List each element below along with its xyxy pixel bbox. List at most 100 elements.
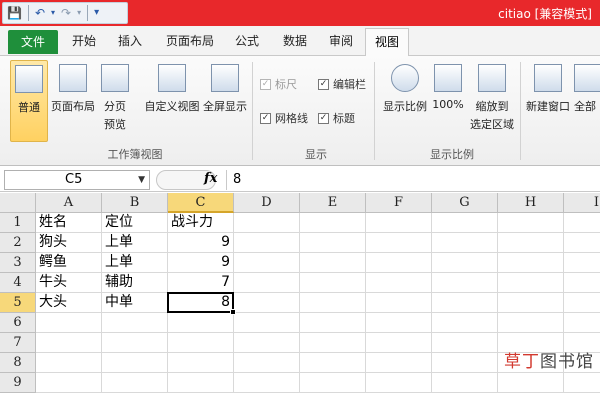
cell-c9[interactable]: [168, 373, 234, 393]
cell-e9[interactable]: [300, 373, 366, 393]
zoom-to-selection-button[interactable]: 缩放到 选定区域: [466, 64, 518, 132]
cell-d3[interactable]: [234, 253, 300, 273]
redo-dropdown-icon[interactable]: ▾: [77, 3, 81, 23]
cell-c1[interactable]: 战斗力: [168, 213, 234, 233]
row-header-8[interactable]: 8: [0, 353, 36, 373]
cell-i6[interactable]: [564, 313, 600, 333]
page-break-preview-button[interactable]: 分页 预览: [98, 64, 132, 132]
normal-view-button[interactable]: 普通: [10, 60, 48, 142]
column-header-e[interactable]: E: [300, 193, 366, 213]
cell-c4[interactable]: 7: [168, 273, 234, 293]
cell-b2[interactable]: 上单: [102, 233, 168, 253]
column-header-d[interactable]: D: [234, 193, 300, 213]
select-all-corner[interactable]: [0, 193, 36, 213]
cell-a1[interactable]: 姓名: [36, 213, 102, 233]
cell-h2[interactable]: [498, 233, 564, 253]
cell-d1[interactable]: [234, 213, 300, 233]
cell-c8[interactable]: [168, 353, 234, 373]
cell-h6[interactable]: [498, 313, 564, 333]
cell-d8[interactable]: [234, 353, 300, 373]
cell-d5[interactable]: [234, 293, 300, 313]
cell-b4[interactable]: 辅助: [102, 273, 168, 293]
cell-e6[interactable]: [300, 313, 366, 333]
cell-a3[interactable]: 鳄鱼: [36, 253, 102, 273]
cell-h5[interactable]: [498, 293, 564, 313]
cell-f8[interactable]: [366, 353, 432, 373]
ruler-checkbox[interactable]: ✓ 标尺: [260, 76, 297, 92]
cell-b5[interactable]: 中单: [102, 293, 168, 313]
cell-f4[interactable]: [366, 273, 432, 293]
cell-h3[interactable]: [498, 253, 564, 273]
cell-e4[interactable]: [300, 273, 366, 293]
redo-icon[interactable]: ↷: [61, 3, 71, 23]
cell-a8[interactable]: [36, 353, 102, 373]
cell-c2[interactable]: 9: [168, 233, 234, 253]
column-header-f[interactable]: F: [366, 193, 432, 213]
tab-file[interactable]: 文件: [8, 30, 58, 54]
undo-icon[interactable]: ↶: [35, 3, 45, 23]
cell-e3[interactable]: [300, 253, 366, 273]
cell-d2[interactable]: [234, 233, 300, 253]
formula-input[interactable]: 8: [226, 170, 598, 190]
tab-home[interactable]: 开始: [72, 32, 96, 49]
row-header-6[interactable]: 6: [0, 313, 36, 333]
cell-a6[interactable]: [36, 313, 102, 333]
zoom-button[interactable]: 显示比例: [380, 64, 430, 114]
cell-i5[interactable]: [564, 293, 600, 313]
column-header-b[interactable]: B: [102, 193, 168, 213]
customize-icon[interactable]: ▾: [94, 3, 99, 23]
fullscreen-button[interactable]: 全屏显示: [202, 64, 248, 114]
tab-review[interactable]: 审阅: [329, 32, 353, 49]
cell-h4[interactable]: [498, 273, 564, 293]
cell-g6[interactable]: [432, 313, 498, 333]
cell-g7[interactable]: [432, 333, 498, 353]
cell-a4[interactable]: 牛头: [36, 273, 102, 293]
column-header-h[interactable]: H: [498, 193, 564, 213]
cell-i4[interactable]: [564, 273, 600, 293]
row-header-2[interactable]: 2: [0, 233, 36, 253]
cell-g8[interactable]: [432, 353, 498, 373]
cell-b9[interactable]: [102, 373, 168, 393]
cell-b7[interactable]: [102, 333, 168, 353]
cell-f5[interactable]: [366, 293, 432, 313]
row-header-5[interactable]: 5: [0, 293, 36, 313]
cell-a5[interactable]: 大头: [36, 293, 102, 313]
headings-checkbox[interactable]: ✓ 标题: [318, 110, 355, 126]
cell-i1[interactable]: [564, 213, 600, 233]
row-header-7[interactable]: 7: [0, 333, 36, 353]
zoom-100-button[interactable]: 100%: [430, 64, 466, 111]
column-header-i[interactable]: I: [564, 193, 600, 213]
cell-d6[interactable]: [234, 313, 300, 333]
formula-bar-checkbox[interactable]: ✓ 编辑栏: [318, 76, 366, 92]
cell-b8[interactable]: [102, 353, 168, 373]
gridlines-checkbox[interactable]: ✓ 网格线: [260, 110, 308, 126]
custom-views-button[interactable]: 自定义视图: [144, 64, 200, 114]
cell-g1[interactable]: [432, 213, 498, 233]
cell-i9[interactable]: [564, 373, 600, 393]
save-icon[interactable]: 💾: [7, 3, 22, 23]
cell-e8[interactable]: [300, 353, 366, 373]
cell-h1[interactable]: [498, 213, 564, 233]
cell-c7[interactable]: [168, 333, 234, 353]
tab-view[interactable]: 视图: [365, 28, 409, 57]
cell-e1[interactable]: [300, 213, 366, 233]
cell-i3[interactable]: [564, 253, 600, 273]
undo-dropdown-icon[interactable]: ▾: [51, 3, 55, 23]
tab-formulas[interactable]: 公式: [235, 32, 259, 49]
cell-f6[interactable]: [366, 313, 432, 333]
cell-a2[interactable]: 狗头: [36, 233, 102, 253]
tab-insert[interactable]: 插入: [118, 32, 142, 49]
tab-data[interactable]: 数据: [283, 32, 307, 49]
cell-g2[interactable]: [432, 233, 498, 253]
chevron-down-icon[interactable]: ▼: [138, 171, 145, 189]
cell-d9[interactable]: [234, 373, 300, 393]
row-header-3[interactable]: 3: [0, 253, 36, 273]
cell-f7[interactable]: [366, 333, 432, 353]
cell-a7[interactable]: [36, 333, 102, 353]
row-header-1[interactable]: 1: [0, 213, 36, 233]
cell-f2[interactable]: [366, 233, 432, 253]
cell-f9[interactable]: [366, 373, 432, 393]
cell-d4[interactable]: [234, 273, 300, 293]
page-layout-view-button[interactable]: 页面布局: [50, 64, 96, 114]
cell-b6[interactable]: [102, 313, 168, 333]
